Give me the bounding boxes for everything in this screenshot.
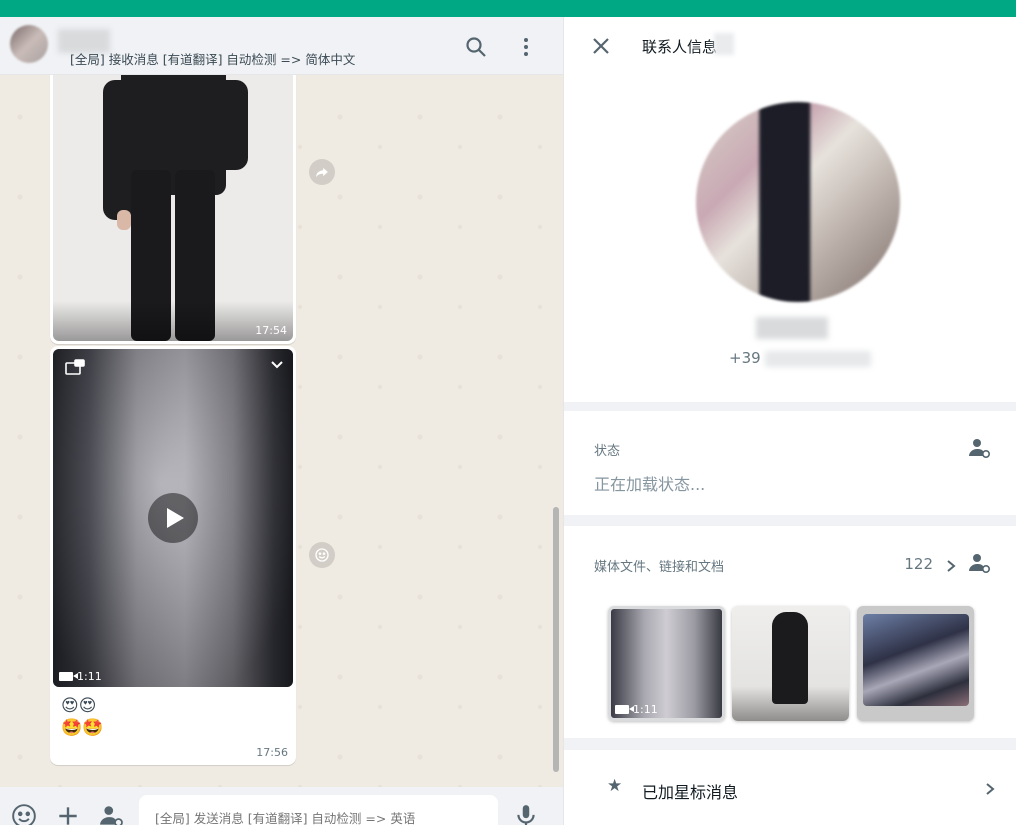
smiley-icon — [315, 548, 329, 562]
starred-messages-label: 已加星标消息 — [642, 783, 739, 802]
media-label[interactable]: 媒体文件、链接和文档 — [594, 556, 724, 575]
close-icon[interactable] — [590, 35, 612, 57]
chat-pane: [全局] 接收消息 [有道翻译] 自动检测 => 简体中文 17:54 1:11… — [0, 17, 563, 825]
phone-number-redacted — [764, 350, 871, 367]
compose-bar — [0, 787, 563, 825]
react-button[interactable] — [309, 542, 335, 568]
chat-header[interactable]: [全局] 接收消息 [有道翻译] 自动检测 => 简体中文 — [0, 17, 563, 75]
media-thumbnail-video[interactable]: 1:11 — [608, 606, 725, 721]
app-top-bar — [0, 0, 1016, 17]
play-button[interactable] — [148, 493, 198, 543]
star-icon: ★ — [607, 776, 623, 796]
status-text: 正在加载状态... — [594, 475, 706, 494]
profile-photo[interactable] — [696, 102, 900, 302]
user-settings-icon[interactable] — [968, 436, 992, 460]
message-input[interactable] — [139, 795, 498, 825]
media-count[interactable]: 122 — [904, 555, 933, 573]
image-message[interactable]: 17:54 — [50, 57, 296, 344]
user-settings-icon[interactable] — [99, 803, 125, 825]
message-caption: 😍😍 🤩🤩 — [53, 687, 293, 739]
user-settings-icon[interactable] — [968, 551, 992, 575]
contact-name-redacted — [756, 317, 828, 339]
menu-dots-icon[interactable] — [514, 35, 538, 59]
message-time: 17:54 — [255, 324, 287, 337]
video-camera-icon — [59, 672, 78, 681]
video-camera-icon — [615, 705, 634, 714]
message-time: 17:56 — [256, 746, 288, 759]
person-photo — [103, 60, 248, 341]
microphone-icon[interactable] — [513, 803, 539, 825]
panel-title: 联系人信息 — [642, 38, 718, 56]
phone-prefix: +39 — [729, 349, 761, 367]
status-section: 状态 正在加载状态... — [564, 411, 1016, 515]
media-thumbnail-image[interactable] — [857, 606, 974, 721]
search-icon[interactable] — [464, 35, 488, 59]
chevron-right-icon — [986, 783, 995, 795]
forward-icon — [316, 167, 328, 178]
emoji-icon[interactable] — [11, 803, 37, 825]
pip-icon[interactable] — [65, 359, 85, 375]
video-duration: 1:11 — [59, 670, 102, 683]
contact-avatar[interactable] — [10, 25, 48, 63]
contact-info-header: 联系人信息 +39 — [564, 17, 1016, 402]
starred-messages-row[interactable]: ★ 已加星标消息 — [564, 750, 1016, 825]
chevron-down-icon[interactable] — [269, 357, 285, 373]
caption-line: 🤩🤩 — [61, 718, 104, 738]
chevron-right-icon[interactable] — [944, 559, 958, 573]
caption-line: 😍😍 — [61, 696, 97, 716]
video-duration-text: 1:11 — [77, 670, 102, 683]
video-message[interactable]: 1:11 😍😍 🤩🤩 17:56 — [50, 346, 296, 765]
translation-status: [全局] 接收消息 [有道翻译] 自动检测 => 简体中文 — [70, 52, 356, 67]
message-image[interactable]: 17:54 — [53, 60, 293, 341]
contact-info-pane: 联系人信息 +39 状态 正在加载状态... 媒体文件、链接和文档 122 1:… — [563, 17, 1016, 825]
contact-phone: +39 — [729, 349, 871, 367]
forward-button[interactable] — [309, 159, 335, 185]
media-section: 媒体文件、链接和文档 122 1:11 — [564, 526, 1016, 738]
media-thumbnail-image[interactable] — [732, 606, 849, 721]
video-duration: 1:11 — [615, 703, 658, 716]
plus-icon[interactable] — [55, 803, 81, 825]
message-video[interactable]: 1:11 — [53, 349, 293, 687]
thumb-duration: 1:11 — [633, 703, 658, 716]
title-redacted — [714, 33, 734, 55]
chat-scrollbar[interactable] — [553, 507, 559, 772]
status-label: 状态 — [594, 444, 621, 459]
